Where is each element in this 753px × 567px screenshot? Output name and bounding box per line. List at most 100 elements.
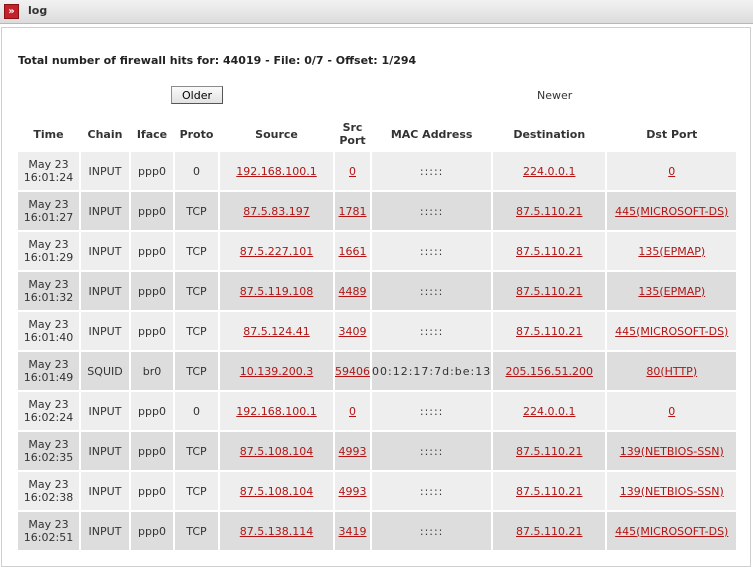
cell-time-text: 16:01:40 xyxy=(23,331,74,344)
cell-dst-port: 135(EPMAP) xyxy=(607,232,737,270)
cell-src-port: 1781 xyxy=(335,192,370,230)
cell-time: May 23 16:01:24 xyxy=(18,152,79,190)
source-link[interactable]: 87.5.108.104 xyxy=(240,485,313,498)
mac-address-text: ::::: xyxy=(419,444,444,458)
cell-time: May 23 16:01:29 xyxy=(18,232,79,270)
cell-time: May 23 16:02:51 xyxy=(18,512,79,550)
src-port-link[interactable]: 0 xyxy=(349,165,356,178)
cell-destination: 87.5.110.21 xyxy=(493,272,606,310)
cell-date-text: May 23 xyxy=(28,238,69,251)
cell-date-text: May 23 xyxy=(28,198,69,211)
dst-port-link[interactable]: 139(NETBIOS-SSN) xyxy=(620,485,724,498)
destination-link[interactable]: 87.5.110.21 xyxy=(516,205,582,218)
destination-link[interactable]: 87.5.110.21 xyxy=(516,325,582,338)
col-header-chain: Chain xyxy=(87,127,123,141)
src-port-link[interactable]: 4489 xyxy=(339,285,367,298)
dst-port-link[interactable]: 0 xyxy=(668,405,675,418)
destination-link[interactable]: 87.5.110.21 xyxy=(516,485,582,498)
col-header-time: Time xyxy=(33,127,64,141)
cell-proto: TCP xyxy=(175,352,218,390)
dst-port-link[interactable]: 139(NETBIOS-SSN) xyxy=(620,445,724,458)
source-link[interactable]: 192.168.100.1 xyxy=(236,405,316,418)
destination-link[interactable]: 224.0.0.1 xyxy=(523,405,575,418)
dst-port-link[interactable]: 445(MICROSOFT-DS) xyxy=(615,205,728,218)
dst-port-link[interactable]: 0 xyxy=(668,165,675,178)
source-link[interactable]: 87.5.227.101 xyxy=(240,245,313,258)
col-header-mac-address: MAC Address xyxy=(390,127,473,141)
source-link[interactable]: 192.168.100.1 xyxy=(236,165,316,178)
cell-time: May 23 16:02:38 xyxy=(18,472,79,510)
cell-src-port: 0 xyxy=(335,392,370,430)
destination-link[interactable]: 87.5.110.21 xyxy=(516,245,582,258)
double-chevron-right-icon[interactable]: » xyxy=(4,4,19,19)
col-header-src-port: Src Port xyxy=(335,118,370,150)
mac-address-text: ::::: xyxy=(419,244,444,258)
table-header-row: Time Chain Iface Proto Source Src Port M… xyxy=(18,118,736,150)
table-row: May 23 16:02:51 INPUT ppp0 TCP 87.5.138.114 34… xyxy=(18,512,737,550)
cell-dst-port: 0 xyxy=(607,392,737,430)
dst-port-link[interactable]: 135(EPMAP) xyxy=(638,285,705,298)
cell-src-port: 4489 xyxy=(335,272,370,310)
cell-mac-address: ::::: xyxy=(372,192,492,230)
destination-link[interactable]: 205.156.51.200 xyxy=(506,365,593,378)
cell-iface: ppp0 xyxy=(131,272,173,310)
cell-src-port: 59406 xyxy=(335,352,370,390)
cell-destination: 87.5.110.21 xyxy=(493,312,606,350)
src-port-link[interactable]: 0 xyxy=(349,405,356,418)
cell-mac-address: ::::: xyxy=(372,432,492,470)
cell-source: 87.5.227.101 xyxy=(220,232,333,270)
dst-port-link[interactable]: 135(EPMAP) xyxy=(638,245,705,258)
dst-port-link[interactable]: 445(MICROSOFT-DS) xyxy=(615,525,728,538)
cell-proto: 0 xyxy=(175,392,218,430)
cell-time-text: 16:02:35 xyxy=(23,451,74,464)
destination-link[interactable]: 224.0.0.1 xyxy=(523,165,575,178)
cell-dst-port: 139(NETBIOS-SSN) xyxy=(607,472,737,510)
hits-summary: Total number of firewall hits for: 44019… xyxy=(18,54,417,67)
destination-link[interactable]: 87.5.110.21 xyxy=(516,445,582,458)
cell-chain: INPUT xyxy=(81,272,129,310)
cell-src-port: 4993 xyxy=(335,472,370,510)
cell-destination: 87.5.110.21 xyxy=(493,192,606,230)
cell-date-text: May 23 xyxy=(28,158,69,171)
src-port-link[interactable]: 4993 xyxy=(339,485,367,498)
cell-source: 10.139.200.3 xyxy=(220,352,333,390)
dst-port-link[interactable]: 80(HTTP) xyxy=(646,365,697,378)
cell-mac-address: ::::: xyxy=(372,312,492,350)
cell-destination: 224.0.0.1 xyxy=(493,392,606,430)
src-port-link[interactable]: 1781 xyxy=(339,205,367,218)
cell-src-port: 1661 xyxy=(335,232,370,270)
src-port-link[interactable]: 4993 xyxy=(339,445,367,458)
source-link[interactable]: 10.139.200.3 xyxy=(240,365,313,378)
cell-proto: 0 xyxy=(175,152,218,190)
destination-link[interactable]: 87.5.110.21 xyxy=(516,525,582,538)
table-row: May 23 16:01:49 SQUID br0 TCP 10.139.200.3 594… xyxy=(18,352,737,390)
cell-time-text: 16:01:32 xyxy=(23,291,74,304)
older-button[interactable]: Older xyxy=(171,86,223,104)
src-port-link[interactable]: 1661 xyxy=(339,245,367,258)
dst-port-link[interactable]: 445(MICROSOFT-DS) xyxy=(615,325,728,338)
source-link[interactable]: 87.5.119.108 xyxy=(240,285,313,298)
source-link[interactable]: 87.5.83.197 xyxy=(243,205,309,218)
source-link[interactable]: 87.5.108.104 xyxy=(240,445,313,458)
cell-source: 87.5.124.41 xyxy=(220,312,333,350)
cell-source: 87.5.119.108 xyxy=(220,272,333,310)
cell-chain: INPUT xyxy=(81,432,129,470)
col-header-proto: Proto xyxy=(179,127,214,141)
src-port-link[interactable]: 3409 xyxy=(339,325,367,338)
cell-proto: TCP xyxy=(175,192,218,230)
table-row: May 23 16:02:35 INPUT ppp0 TCP 87.5.108.104 49… xyxy=(18,432,737,470)
src-port-link[interactable]: 59406 xyxy=(335,365,370,378)
cell-time-text: 16:01:49 xyxy=(23,371,74,384)
src-port-link[interactable]: 3419 xyxy=(339,525,367,538)
cell-chain: INPUT xyxy=(81,472,129,510)
cell-proto: TCP xyxy=(175,472,218,510)
mac-address-text: ::::: xyxy=(419,164,444,178)
source-link[interactable]: 87.5.138.114 xyxy=(240,525,313,538)
cell-time: May 23 16:01:40 xyxy=(18,312,79,350)
destination-link[interactable]: 87.5.110.21 xyxy=(516,285,582,298)
source-link[interactable]: 87.5.124.41 xyxy=(243,325,309,338)
cell-date-text: May 23 xyxy=(28,318,69,331)
cell-source: 87.5.108.104 xyxy=(220,432,333,470)
cell-chain: INPUT xyxy=(81,192,129,230)
col-header-iface: Iface xyxy=(136,127,168,141)
